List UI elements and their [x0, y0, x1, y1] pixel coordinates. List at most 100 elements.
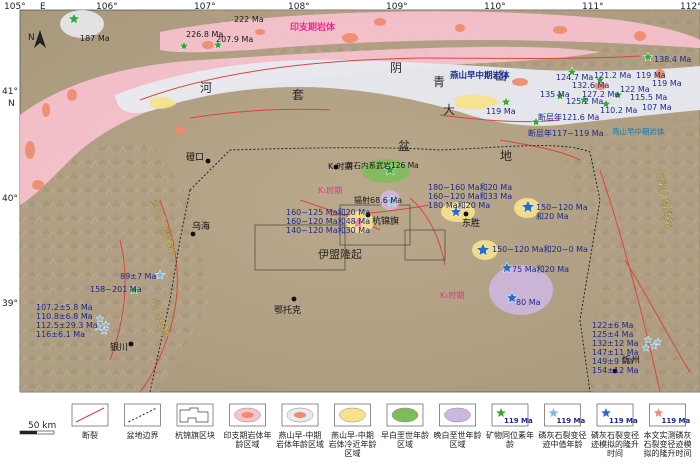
label-wuhai: 乌海 [192, 220, 210, 232]
svg-text:115.5 Ma: 115.5 Ma [630, 93, 667, 102]
legend-label: 石裂变径迹模 [644, 439, 692, 449]
legend-label: 磷灰石裂变径 [539, 430, 587, 440]
legend-symbol [391, 407, 419, 423]
legend-symbol [241, 412, 254, 418]
legend-label: 迹中值年龄 [543, 439, 583, 449]
label-hangjin-age: 黄石内系武岩126 Ma [346, 160, 419, 170]
label-qing: 青 [433, 75, 445, 89]
svg-text:110°: 110° [484, 2, 506, 12]
legend-symbol [444, 407, 471, 423]
svg-text:160~125 Ma和20 Ma: 160~125 Ma和20 Ma [286, 208, 370, 217]
legend-label: 岩体冷近年龄 [329, 439, 377, 449]
legend-label: 本文实测磷灰 [644, 430, 692, 440]
legend-item: 119 Ma 矿物同位素年龄 [486, 403, 534, 449]
legend-item: 晚白垩世年龄区域 [434, 403, 482, 449]
legend-label: 盆地边界 [127, 430, 159, 440]
svg-text:辐射68.6 Ma: 辐射68.6 Ma [354, 195, 402, 205]
svg-text:135 Ma: 135 Ma [540, 90, 570, 99]
svg-text:50 km: 50 km [28, 421, 56, 431]
legend-age-label: 119 Ma [609, 417, 638, 425]
legend-item: 119 Ma 磷灰石裂变径迹模拟的隆升时间 [591, 403, 639, 458]
label-yin: 阴 [390, 61, 402, 75]
legend-label: 时间 [607, 448, 623, 458]
svg-text:107 Ma: 107 Ma [642, 103, 672, 112]
legend-label: 区域 [345, 448, 361, 458]
svg-text:160~120 Ma和33 Ma: 160~120 Ma和33 Ma [428, 192, 512, 201]
legend-label: 矿物同位素年 [486, 430, 534, 440]
legend-label: 晚白垩世年龄 [434, 430, 482, 440]
legend-item: 盆地边界 [124, 403, 161, 440]
svg-text:122±6 Ma: 122±6 Ma [592, 321, 634, 330]
legend-item: 119 Ma 磷灰石裂变径迹中值年龄 [539, 403, 587, 449]
legend-age-label: 119 Ma [557, 417, 586, 425]
legend-item: 印支期岩体年龄区域 [224, 403, 272, 449]
legend-item: 早白垩世年龄区域 [381, 403, 429, 449]
svg-text:N: N [28, 33, 35, 43]
legend-item: 断裂 [71, 403, 109, 440]
latitude-labels: 41° N 40° 39° [2, 87, 18, 309]
legend-symbol [294, 412, 306, 418]
svg-text:119 Ma: 119 Ma [652, 79, 682, 88]
legend-age-label: 119 Ma [504, 417, 533, 425]
legend-label: 龄区域 [236, 439, 260, 449]
legend-label: 印支期岩体年 [224, 430, 272, 440]
legend-label: 早白垩世年龄 [381, 430, 429, 440]
svg-text:40°: 40° [2, 194, 18, 204]
svg-text:125.2 Ma: 125.2 Ma [566, 97, 603, 106]
label-dongsheng: 东胜 [462, 217, 480, 229]
label-di: 地 [500, 149, 512, 163]
label-etuoke: 鄂托克 [274, 304, 301, 316]
legend-symbol [339, 407, 366, 423]
legend-label: 断裂 [82, 430, 98, 440]
svg-text:80 Ma: 80 Ma [516, 298, 541, 307]
yanshan-belt-label-2: 燕山早中期岩体 [612, 126, 665, 136]
geologic-map: N 105° E 106° 107° 108° 109° 110° 111° 1… [2, 2, 700, 458]
svg-text:150~120 Ma: 150~120 Ma [536, 203, 588, 212]
svg-text:150~120 Ma和20~0 Ma: 150~120 Ma和20~0 Ma [492, 245, 588, 254]
svg-text:138.4 Ma: 138.4 Ma [654, 55, 691, 64]
legend-item: 119 Ma 本文实测磷灰石裂变径迹模拟的隆升时间 [644, 403, 692, 458]
svg-text:160~120 Ma和48 Ma: 160~120 Ma和48 Ma [286, 217, 370, 226]
yanshan-belt-label: 燕山早中期岩体 [450, 70, 510, 81]
svg-text:107°: 107° [194, 2, 216, 12]
legend-item: 燕山早-中期岩体年龄区域 [276, 403, 324, 449]
svg-text:断层年117~119 Ma: 断层年117~119 Ma [528, 128, 604, 138]
svg-text:132±12 Ma: 132±12 Ma [592, 339, 639, 348]
label-hangjinqi: 杭锦旗 [372, 215, 399, 227]
svg-text:断层年121.6 Ma: 断层年121.6 Ma [538, 112, 599, 122]
svg-text:180 Ma和20 Ma: 180 Ma和20 Ma [428, 201, 490, 210]
legend-label: 迹模拟的隆升 [591, 439, 639, 449]
svg-text:89±7 Ma: 89±7 Ma [120, 272, 156, 281]
svg-text:132.6 Ma: 132.6 Ma [572, 81, 609, 90]
svg-text:E: E [40, 2, 46, 12]
svg-text:41°: 41° [2, 87, 18, 97]
legend-label: 拟的隆升时间 [644, 448, 692, 458]
svg-text:121.2 Ma: 121.2 Ma [594, 71, 631, 80]
svg-text:125±4 Ma: 125±4 Ma [592, 330, 634, 339]
label-tao: 套 [292, 88, 304, 102]
svg-text:158~201 Ma: 158~201 Ma [90, 285, 142, 294]
svg-text:75 Ma和20 Ma: 75 Ma和20 Ma [512, 265, 569, 274]
svg-text:222 Ma: 222 Ma [234, 15, 264, 24]
yinzhi-belt-label: 印支期岩体 [290, 21, 336, 33]
svg-text:119 Ma: 119 Ma [486, 107, 516, 116]
label-yinchuan: 银川 [110, 341, 128, 353]
svg-text:116±6.1 Ma: 116±6.1 Ma [36, 330, 85, 339]
label-k-period-3: K₁时期 [440, 290, 464, 300]
svg-text:108°: 108° [288, 2, 310, 12]
legend-age-label: 119 Ma [662, 417, 691, 425]
svg-text:140~120 Ma和30 Ma: 140~120 Ma和30 Ma [286, 226, 370, 235]
svg-text:109°: 109° [386, 2, 408, 12]
svg-text:111°: 111° [582, 2, 604, 12]
svg-text:187 Ma: 187 Ma [80, 34, 110, 43]
legend-label: 岩体年龄区域 [276, 439, 324, 449]
label-dengkou: 磴口 [186, 151, 204, 163]
svg-text:106°: 106° [96, 2, 118, 12]
svg-text:149±9 Ma: 149±9 Ma [592, 357, 634, 366]
scale-bar: 50 km [19, 421, 56, 435]
svg-text:107.2±5.8 Ma: 107.2±5.8 Ma [36, 303, 93, 312]
legend-label: 磷灰石裂变径 [591, 430, 639, 440]
svg-text:N: N [8, 99, 15, 109]
label-pen: 盆 [398, 139, 410, 153]
svg-text:154±12 Ma: 154±12 Ma [592, 366, 639, 375]
